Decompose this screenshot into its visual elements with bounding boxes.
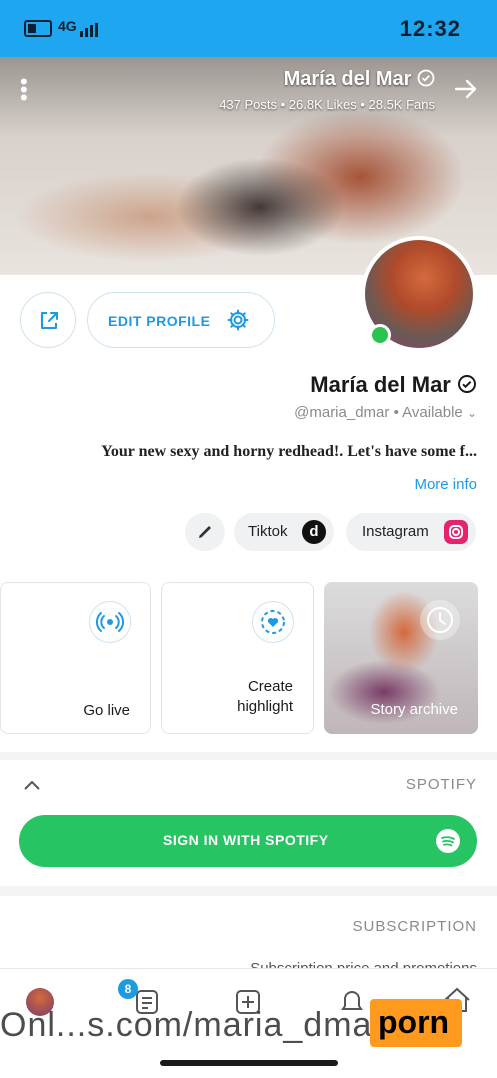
share-icon [41,312,58,329]
tiktok-icon: d [302,520,326,544]
section-divider [0,752,497,760]
more-menu-icon[interactable]: • • • [20,71,28,109]
verified-icon [417,69,435,87]
clock-icon [420,600,460,640]
spotify-section-title: SPOTIFY [405,776,477,793]
back-arrow-icon[interactable] [453,76,479,102]
instagram-chip[interactable]: Instagram [346,513,476,551]
story-archive-label: Story archive [370,701,458,718]
notification-badge: 8 [118,979,138,999]
network-label: 4G [58,18,77,34]
chevron-up-icon[interactable] [22,778,42,792]
online-indicator [369,324,391,346]
profile-name: María del Mar [310,372,477,398]
gear-icon [227,309,249,331]
cover-stats: 437 Posts • 26.8K Likes • 28.5K Fans [219,97,435,112]
signal-icon [80,19,100,37]
instagram-label: Instagram [362,523,429,540]
instagram-icon [444,520,468,544]
broadcast-icon [89,601,131,643]
create-highlight-label: Create highlight [237,678,293,715]
create-highlight-card[interactable]: Create highlight [161,582,314,734]
verified-icon [458,375,476,393]
pencil-icon [199,526,211,538]
share-button[interactable] [20,292,76,348]
handle-text: @maria_dmar [294,404,390,421]
watermark-text: Onl...s.com/maria_dmar [0,1006,385,1044]
logo-badge: porn [370,999,462,1047]
spotify-button-label: SIGN IN WITH SPOTIFY [163,832,329,848]
bio-text: Your new sexy and horny redhead!. Let's … [101,443,477,460]
go-live-label: Go live [83,702,130,719]
tiktok-chip[interactable]: d Tiktok [234,513,334,551]
home-indicator [160,1060,338,1066]
story-archive-card[interactable]: Story archive [324,582,478,734]
section-divider [0,886,497,896]
status-text: Available [402,404,463,421]
more-info-link[interactable]: More info [414,476,477,493]
subscription-section-title: SUBSCRIPTION [352,918,477,935]
go-live-card[interactable]: Go live [0,582,151,734]
chevron-down-icon: ⌄ [466,406,477,420]
status-time: 12:32 [399,16,461,41]
spotify-icon [436,829,460,853]
cover-title: María del Mar [284,68,435,91]
heart-badge-icon [252,601,294,643]
edit-links-button[interactable] [185,513,225,551]
handle-status[interactable]: @maria_dmar • Available ⌄ [294,404,477,421]
edit-profile-label: EDIT PROFILE [108,313,211,329]
tiktok-label: Tiktok [248,523,288,540]
battery-icon [24,20,52,37]
